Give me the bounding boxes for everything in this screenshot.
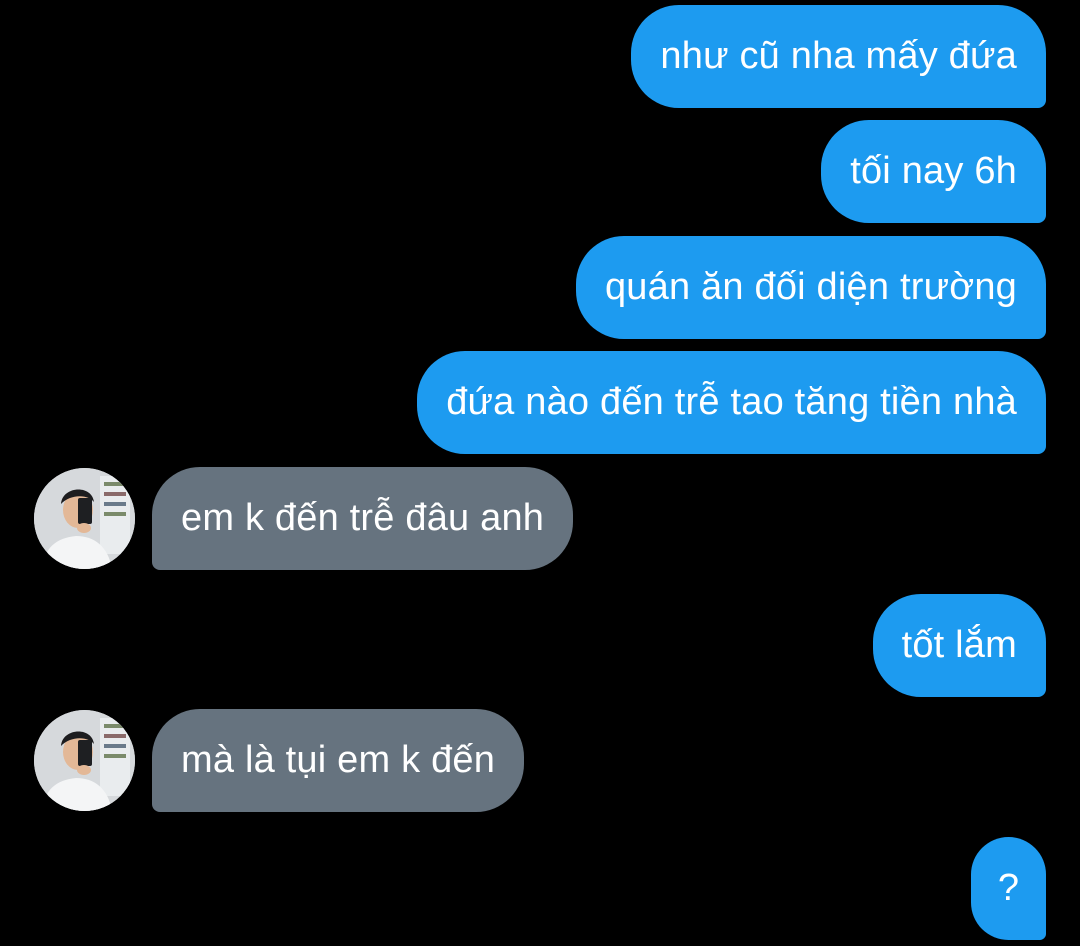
outgoing-message-bubble[interactable]: tốt lắm — [872, 594, 1046, 697]
sender-avatar[interactable] — [34, 710, 135, 811]
outgoing-message-bubble[interactable]: ? — [971, 837, 1046, 940]
sender-avatar[interactable] — [34, 468, 135, 569]
message-text: mà là tụi em k đến — [181, 739, 496, 781]
incoming-message-bubble[interactable]: em k đến trễ đâu anh — [152, 467, 574, 570]
message-text: em k đến trễ đâu anh — [181, 497, 545, 539]
outgoing-message-bubble[interactable]: quán ăn đối diện trường — [575, 236, 1046, 339]
message-text: quán ăn đối diện trường — [604, 266, 1017, 308]
outgoing-message-bubble[interactable]: như cũ nha mấy đứa — [631, 5, 1046, 108]
outgoing-message-bubble[interactable]: đứa nào đến trễ tao tăng tiền nhà — [417, 351, 1046, 454]
person-selfie-avatar-icon — [34, 468, 135, 569]
incoming-message-bubble[interactable]: mà là tụi em k đến — [152, 709, 525, 812]
outgoing-message-bubble[interactable]: tối nay 6h — [821, 120, 1046, 223]
message-text: như cũ nha mấy đứa — [660, 35, 1017, 77]
message-text: ? — [997, 867, 1020, 909]
message-text: tối nay 6h — [850, 150, 1017, 192]
message-text: đứa nào đến trễ tao tăng tiền nhà — [446, 381, 1017, 423]
person-selfie-avatar-icon — [34, 710, 135, 811]
message-text: tốt lắm — [901, 624, 1017, 666]
chat-thread: như cũ nha mấy đứa tối nay 6h quán ăn đố… — [0, 0, 1080, 946]
